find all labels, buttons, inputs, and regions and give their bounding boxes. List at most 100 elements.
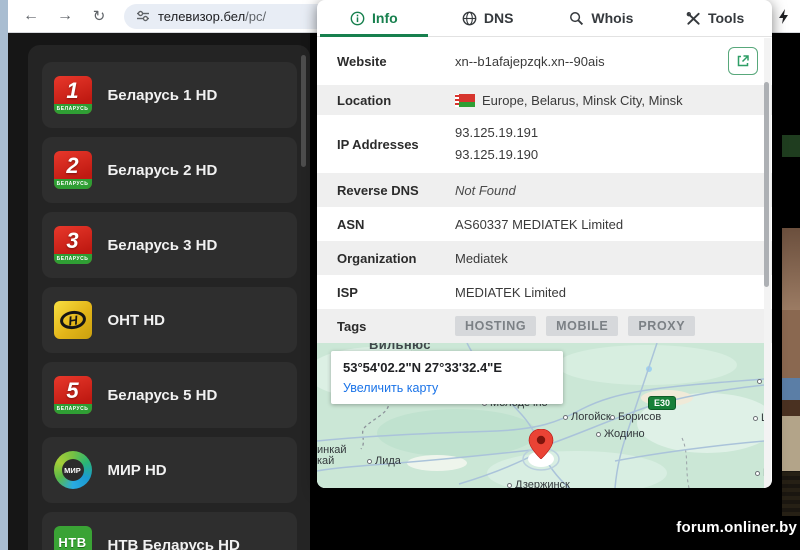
- reload-button[interactable]: ↻: [86, 3, 112, 29]
- channel-logo-ont-icon: Н: [53, 301, 92, 339]
- video-person-jacket: [782, 416, 800, 471]
- map-label-town: Шк: [753, 412, 764, 424]
- channel-logo-mark: НТВ: [58, 534, 87, 550]
- info-label-reverse-dns: Reverse DNS: [337, 182, 419, 198]
- channel-card[interactable]: 2 БЕЛАРУСЬ Беларусь 2 HD: [41, 137, 297, 203]
- sidebar-scrollbar[interactable]: [301, 55, 306, 167]
- channel-name: Беларусь 5 HD: [107, 386, 218, 404]
- belarus-flag-icon: [455, 93, 475, 107]
- back-button[interactable]: ←: [18, 3, 44, 29]
- video-person-hand: [782, 310, 800, 378]
- channel-name: Беларусь 3 HD: [107, 236, 218, 254]
- info-label-website: Website: [337, 53, 387, 69]
- info-row-reverse-dns: Reverse DNS Not Found: [317, 173, 772, 207]
- map-label-town: О: [757, 375, 764, 387]
- background-window-edge: [0, 0, 8, 550]
- video-person-face: [782, 228, 800, 310]
- popup-tab-bar: Info DNS Whois Tools: [317, 0, 772, 37]
- channel-logo-bel-icon: 1 БЕЛАРУСЬ: [53, 76, 92, 114]
- info-row-asn: ASN AS60337 MEDIATEK Limited: [317, 207, 772, 241]
- info-value-website: xn--b1afajepzqk.xn--90ais: [455, 54, 728, 69]
- zoom-map-link[interactable]: Увеличить карту: [343, 381, 551, 395]
- info-label-isp: ISP: [337, 284, 358, 300]
- coordinates-text: 53°54'02.2"N 27°33'32.4"E: [343, 360, 503, 375]
- channel-list: 1 БЕЛАРУСЬ Беларусь 1 HD 2 БЕЛАРУСЬ Беларусь …: [28, 62, 310, 550]
- town-dot-icon: [755, 470, 760, 476]
- tag-list: HOSTING MOBILE PROXY: [455, 316, 696, 336]
- channel-card[interactable]: Н ОНТ HD: [41, 287, 297, 353]
- channel-card[interactable]: МИР МИР HD: [41, 437, 297, 503]
- channel-logo-mark: 3: [66, 228, 79, 253]
- map-label-town: Дзержинск: [507, 479, 570, 488]
- channel-name: ОНТ HD: [107, 311, 166, 329]
- channel-logo-mark: 2: [66, 153, 79, 178]
- channel-logo-mir-icon: МИР: [53, 451, 92, 489]
- info-label-tags: Tags: [337, 318, 367, 334]
- info-text: MEDIATEK Limited: [455, 284, 567, 300]
- info-value-organization: Mediatek: [455, 251, 758, 266]
- town-dot-icon: [596, 431, 601, 437]
- info-value-ip-addresses: 93.125.19.191 93.125.19.190: [455, 122, 758, 166]
- info-label-location: Location: [337, 92, 392, 108]
- channel-card[interactable]: 1 БЕЛАРУСЬ Беларусь 1 HD: [41, 62, 297, 128]
- info-label-ip-addresses: IP Addresses: [337, 136, 419, 152]
- tag-badge: PROXY: [628, 316, 696, 336]
- info-value-location: Europe, Belarus, Minsk City, Minsk: [455, 93, 758, 108]
- channel-name: Беларусь 1 HD: [107, 86, 218, 104]
- channel-logo-bel-icon: 5 БЕЛАРУСЬ: [53, 376, 92, 414]
- town-dot-icon: [367, 458, 372, 464]
- location-map[interactable]: E30 ВильнюсМолодечноЛогойскБорисовЖодино…: [317, 343, 764, 488]
- ip-address: 93.125.19.191: [455, 125, 539, 140]
- tab-whois[interactable]: Whois: [545, 0, 659, 36]
- channel-logo-caption: БЕЛАРУСЬ: [53, 179, 92, 189]
- map-coords-card: 53°54'02.2"N 27°33'32.4"E Увеличить карт…: [331, 351, 563, 404]
- town-dot-icon: [507, 482, 512, 488]
- tab-tools[interactable]: Tools: [658, 0, 772, 36]
- info-label-asn: ASN: [337, 216, 365, 232]
- lightning-extension-icon[interactable]: [777, 8, 790, 25]
- channel-name: НТВ Беларусь HD: [107, 536, 240, 550]
- channel-card[interactable]: 5 БЕЛАРУСЬ Беларусь 5 HD: [41, 362, 297, 428]
- channel-logo-mark: 5: [66, 378, 79, 403]
- site-watermark: forum.onliner.by: [676, 519, 797, 536]
- channel-logo-bel-icon: 2 БЕЛАРУСЬ: [53, 151, 92, 189]
- town-dot-icon: [753, 415, 758, 421]
- info-text: AS60337 MEDIATEK Limited: [455, 216, 624, 232]
- popup-scrollbar-track[interactable]: [764, 38, 771, 487]
- channel-logo-bel-icon: 3 БЕЛАРУСЬ: [53, 226, 92, 264]
- tag-badge: MOBILE: [546, 316, 619, 336]
- town-dot-icon: [563, 414, 568, 420]
- video-backdrop-curtain: [782, 471, 800, 516]
- channel-logo-caption: БЕЛАРУСЬ: [53, 104, 92, 114]
- popup-scrollbar-thumb[interactable]: [764, 82, 769, 287]
- info-value-isp: MEDIATEK Limited: [455, 285, 758, 300]
- site-settings-icon[interactable]: [136, 9, 150, 23]
- info-value-reverse-dns: Not Found: [455, 183, 758, 198]
- external-link-button[interactable]: [728, 47, 758, 75]
- screenshot-root: ← → ↻ телевизор.бел/pc/ forum.onliner.by…: [0, 0, 800, 550]
- map-label-town: кай: [317, 455, 335, 467]
- tab-dns[interactable]: DNS: [431, 0, 545, 36]
- forward-button[interactable]: →: [52, 3, 78, 29]
- url-text: телевизор.бел/pc/: [158, 8, 267, 24]
- video-person-shirt: [782, 378, 800, 400]
- info-row-website: Website xn--b1afajepzqk.xn--90ais: [317, 37, 772, 85]
- video-frame-greenery: [782, 135, 800, 157]
- info-row-tags: Tags HOSTING MOBILE PROXY: [317, 309, 772, 343]
- channel-sidebar: 1 БЕЛАРУСЬ Беларусь 1 HD 2 БЕЛАРУСЬ Беларусь …: [28, 45, 310, 550]
- town-dot-icon: [757, 378, 762, 384]
- channel-card[interactable]: 3 БЕЛАРУСЬ Беларусь 3 HD: [41, 212, 297, 278]
- ip-address: 93.125.19.190: [455, 147, 539, 162]
- town-dot-icon: [610, 414, 615, 420]
- map-label-town: Лида: [367, 455, 401, 467]
- map-label-town: Мо: [755, 467, 764, 479]
- info-text: Not Found: [455, 182, 516, 198]
- info-value-asn: AS60337 MEDIATEK Limited: [455, 217, 758, 232]
- map-label-town: Борисов: [610, 411, 661, 423]
- info-row-organization: Organization Mediatek: [317, 241, 772, 275]
- channel-name: Беларусь 2 HD: [107, 161, 218, 179]
- channel-card[interactable]: НТВБЕЛАРУСЬ НТВ Беларусь HD: [41, 512, 297, 550]
- channel-logo-mark: 1: [66, 78, 79, 103]
- tab-info[interactable]: Info: [317, 0, 431, 37]
- channel-name: МИР HD: [107, 461, 167, 479]
